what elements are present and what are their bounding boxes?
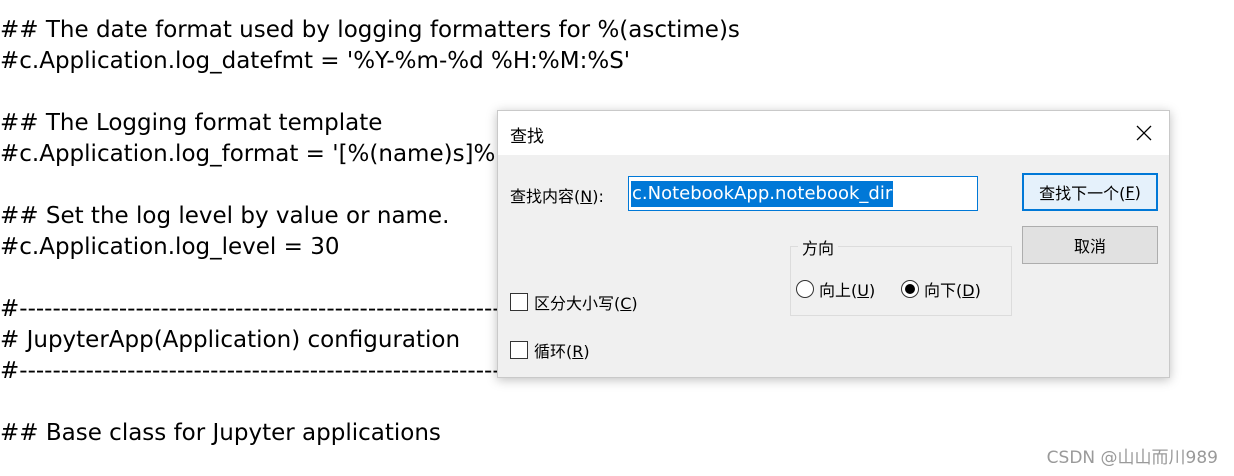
- watermark: CSDN @山山而川989: [1046, 448, 1218, 468]
- code-line: ## The date format used by logging forma…: [0, 17, 740, 43]
- match-case-label: 区分大小写(C): [534, 294, 638, 313]
- close-icon: [1136, 125, 1152, 141]
- find-next-button[interactable]: 查找下一个(F): [1022, 173, 1158, 211]
- direction-down-label: 向下(D): [924, 281, 981, 300]
- code-line: # JupyterApp(Application) configuration: [0, 327, 461, 353]
- dialog-titlebar[interactable]: 查找: [498, 111, 1169, 155]
- close-button[interactable]: [1129, 119, 1159, 147]
- find-what-value: c.NotebookApp.notebook_dir: [631, 180, 894, 207]
- direction-up-radio[interactable]: 向上(U): [796, 277, 875, 301]
- direction-up-label: 向上(U): [819, 281, 876, 300]
- find-what-input[interactable]: c.NotebookApp.notebook_dir: [628, 176, 978, 211]
- code-line: #c.Application.log_format = '[%(name)s]%…: [0, 141, 519, 167]
- code-line: ## Set the log level by value or name.: [0, 203, 450, 229]
- code-line: #c.Application.log_datefmt = '%Y-%m-%d %…: [0, 48, 631, 74]
- direction-label: 方向: [798, 235, 839, 259]
- radio-selected-icon: [901, 280, 919, 298]
- radio-unselected-icon: [796, 280, 814, 298]
- code-line: #c.Application.log_level = 30: [0, 234, 340, 260]
- direction-down-radio[interactable]: 向下(D): [901, 277, 981, 301]
- code-line: ## The Logging format template: [0, 110, 383, 136]
- cancel-button[interactable]: 取消: [1022, 226, 1158, 264]
- find-what-label: 查找内容(N):: [510, 187, 604, 206]
- match-case-checkbox[interactable]: 区分大小写(C): [510, 290, 638, 314]
- checkbox-icon: [510, 341, 528, 359]
- code-line: ## Base class for Jupyter applications: [0, 420, 441, 446]
- find-dialog: 查找 查找内容(N): c.NotebookApp.notebook_dir 查…: [497, 110, 1170, 378]
- wrap-around-label: 循环(R): [534, 342, 590, 361]
- checkbox-icon: [510, 293, 528, 311]
- wrap-around-checkbox[interactable]: 循环(R): [510, 338, 590, 362]
- dialog-title: 查找: [510, 127, 544, 147]
